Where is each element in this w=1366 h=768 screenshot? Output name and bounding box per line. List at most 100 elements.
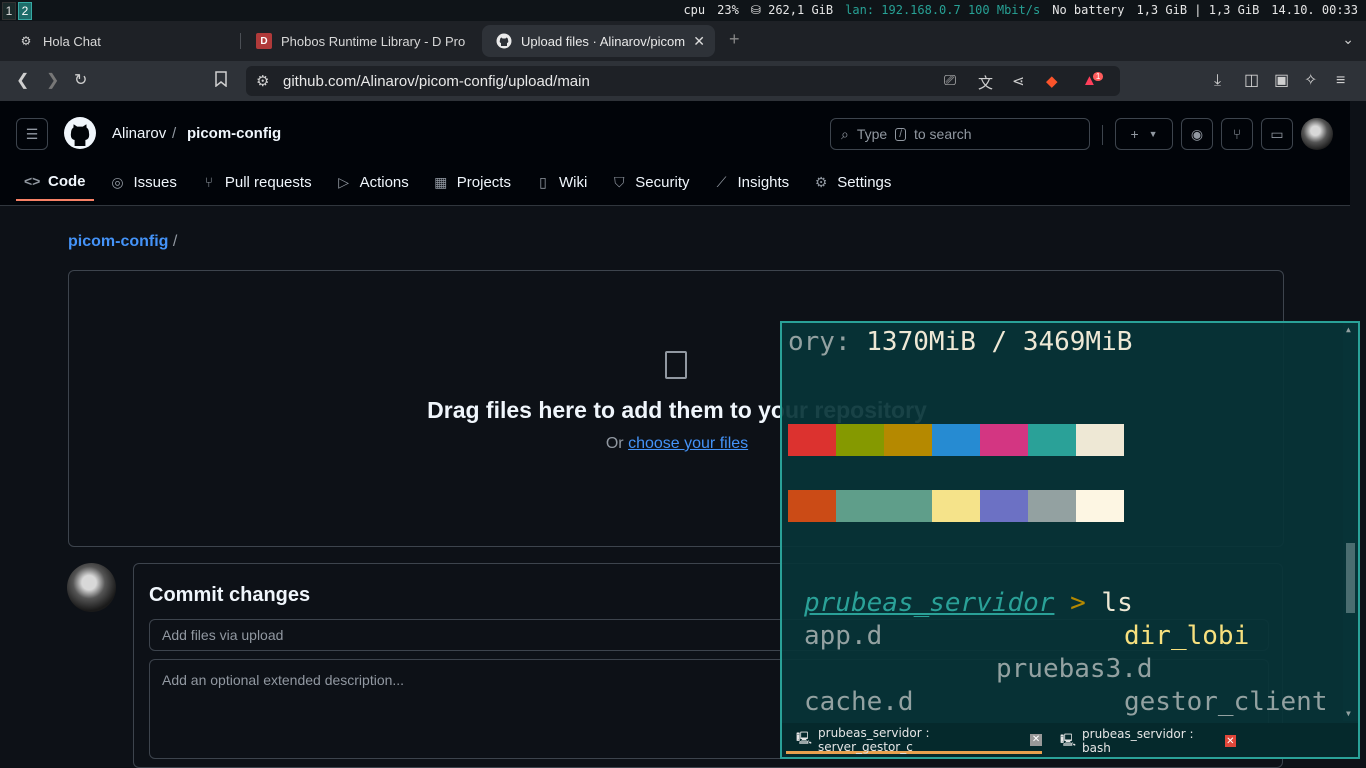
chat-icon: ⚙ <box>20 34 32 48</box>
download-icon[interactable]: ⤓ <box>1214 71 1221 91</box>
translate-icon[interactable]: 文 <box>978 72 993 93</box>
url-text[interactable]: github.com/Alinarov/picom-config/upload/… <box>283 73 590 90</box>
color-palette-row-2 <box>788 490 1124 522</box>
list-item: cache.d <box>804 687 914 717</box>
tab-security[interactable]: ⛉ Security <box>603 163 697 201</box>
search-icon: ⌕ <box>841 125 849 142</box>
wallet-icon[interactable]: ▣ <box>1274 71 1289 91</box>
address-bar[interactable]: ⚙ github.com/Alinarov/picom-config/uploa… <box>246 66 1120 96</box>
close-icon[interactable]: ✕ <box>1224 735 1236 747</box>
tab-actions[interactable]: ▷ Actions <box>328 163 417 201</box>
leo-ai-icon[interactable]: ✧ <box>1304 71 1317 91</box>
system-bar: 1 2 cpu 23% ⛁ 262,1 GiB lan: 192.168.0.7… <box>0 0 1366 21</box>
github-logo-icon[interactable] <box>64 117 96 154</box>
tab-wiki[interactable]: ▯ Wiki <box>527 163 595 201</box>
breadcrumb-repo-link[interactable]: picom-config <box>68 233 168 250</box>
issue-circle-icon: ◉ <box>1190 125 1204 142</box>
tab-upload-files[interactable]: Upload files · Alinarov/picom ✕ <box>482 25 715 57</box>
color-swatch <box>1076 490 1124 522</box>
tab-phobos[interactable]: D Phobos Runtime Library - D Pro <box>242 25 474 57</box>
tab-code[interactable]: <> Code <box>16 163 94 201</box>
tab-label: Wiki <box>558 173 588 191</box>
pull-requests-button[interactable]: ⑂ <box>1221 118 1253 150</box>
tab-label: Actions <box>359 173 409 191</box>
cast-icon[interactable]: ⎚ <box>944 72 956 89</box>
cpu-label: cpu <box>683 3 706 17</box>
prompt-directory: prubeas_servidor <box>804 588 1055 618</box>
create-new-button[interactable]: + ▼ <box>1115 118 1173 150</box>
color-swatch <box>788 490 836 522</box>
brave-rewards-icon[interactable]: ▲1 <box>1082 72 1104 89</box>
close-icon[interactable]: ✕ <box>1030 733 1042 746</box>
scroll-down-icon[interactable]: ▼ <box>1346 709 1351 718</box>
browser-toolbar: ❮ ❯ ↻ ⚙ github.com/Alinarov/picom-config… <box>0 61 1366 101</box>
search-input[interactable]: ⌕ Type / to search <box>830 118 1090 150</box>
tab-label: Pull requests <box>224 173 312 191</box>
tab-separator <box>240 33 241 49</box>
issue-icon: ◎ <box>111 173 124 190</box>
color-swatch <box>1028 490 1076 522</box>
menu-icon[interactable]: ≡ <box>1336 71 1345 91</box>
repo-nav: <> Code ◎ Issues ⑂ Pull requests ▷ Actions ▦… <box>16 163 907 205</box>
sidebar-icon[interactable]: ◫ <box>1244 71 1259 91</box>
list-item: pruebas3.d <box>996 654 1153 684</box>
terminal-tab-server[interactable]: 🖳 prubeas_servidor : server_gestor_c ✕ <box>786 725 1042 754</box>
tab-projects[interactable]: ▦ Projects <box>425 163 519 201</box>
share-icon[interactable]: ⋖ <box>1012 72 1025 90</box>
inbox-button[interactable]: ▭ <box>1261 118 1293 150</box>
workspace-1[interactable]: 1 <box>2 1 16 20</box>
tab-hola-chat[interactable]: ⚙ Hola Chat <box>4 25 236 57</box>
drop-or-text: Or <box>605 435 624 452</box>
tab-issues[interactable]: ◎ Issues <box>102 163 185 201</box>
terminal-tab-label: prubeas_servidor : server_gestor_c <box>818 725 930 754</box>
list-item: app.d <box>804 621 883 651</box>
search-shortcut-key: / <box>895 127 906 141</box>
search-placeholder-suffix: to search <box>913 126 972 142</box>
browser-tab-strip: ⚙ Hola Chat D Phobos Runtime Library - D… <box>0 21 1366 61</box>
color-swatch <box>1076 424 1124 456</box>
terminal-icon: 🖳 <box>1060 732 1077 747</box>
memory-value: 1370MiB / 3469MiB <box>866 327 1133 357</box>
color-swatch <box>1028 424 1076 456</box>
lan-status: lan: 192.168.0.7 100 Mbit/s <box>845 3 1041 17</box>
color-swatch <box>884 424 932 456</box>
choose-files-link[interactable]: choose your files <box>628 435 748 452</box>
repo-name-link[interactable]: picom-config <box>187 125 281 142</box>
disk-value: 262,1 GiB <box>768 3 834 17</box>
terminal-window[interactable]: ory: 1370MiB / 3469MiB prubeas_servidor … <box>780 321 1360 759</box>
back-icon[interactable]: ❮ <box>16 71 29 91</box>
workspace-2[interactable]: 2 <box>18 1 32 20</box>
hamburger-menu-button[interactable]: ☰ <box>16 118 48 150</box>
tab-settings[interactable]: ⚙ Settings <box>805 163 899 201</box>
tab-label: Issues <box>133 173 177 191</box>
list-item: dir_lobi <box>1124 621 1250 651</box>
color-swatch <box>836 424 884 456</box>
memory-line: ory: 1370MiB / 3469MiB <box>788 327 1132 357</box>
tab-insights[interactable]: ⟋ Insights <box>705 163 797 201</box>
tab-list-chevron-icon[interactable]: ⌄ <box>1342 31 1354 48</box>
new-tab-icon[interactable]: + <box>729 29 740 50</box>
tab-label: Settings <box>837 173 892 191</box>
scroll-up-icon[interactable]: ▲ <box>1346 325 1351 334</box>
table-icon: ▦ <box>434 173 448 190</box>
bookmark-icon[interactable] <box>214 71 228 93</box>
scrollbar-thumb[interactable] <box>1346 543 1355 613</box>
pull-request-icon: ⑂ <box>1232 126 1242 142</box>
file-icon <box>665 351 687 379</box>
color-swatch <box>932 424 980 456</box>
header-divider <box>1102 125 1103 145</box>
brave-shield-icon[interactable]: ◆ <box>1046 72 1058 90</box>
memory-status: 1,3 GiB | 1,3 GiB <box>1136 3 1260 17</box>
reload-icon[interactable]: ↻ <box>74 71 87 91</box>
close-tab-icon[interactable]: ✕ <box>693 33 705 50</box>
shell-prompt: prubeas_servidor > ls <box>804 588 1133 618</box>
graph-icon: ⟋ <box>716 173 727 190</box>
issues-button[interactable]: ◉ <box>1181 118 1213 150</box>
terminal-scrollbar[interactable]: ▲ ▼ <box>1343 323 1358 721</box>
owner-link[interactable]: Alinarov <box>112 125 166 142</box>
site-settings-icon[interactable]: ⚙ <box>256 72 269 90</box>
tab-pull-requests[interactable]: ⑂ Pull requests <box>193 163 320 201</box>
terminal-tab-bash[interactable]: 🖳 prubeas_servidor : bash ✕ <box>1050 727 1236 755</box>
forward-icon[interactable]: ❯ <box>46 71 59 91</box>
avatar[interactable] <box>1301 118 1333 150</box>
